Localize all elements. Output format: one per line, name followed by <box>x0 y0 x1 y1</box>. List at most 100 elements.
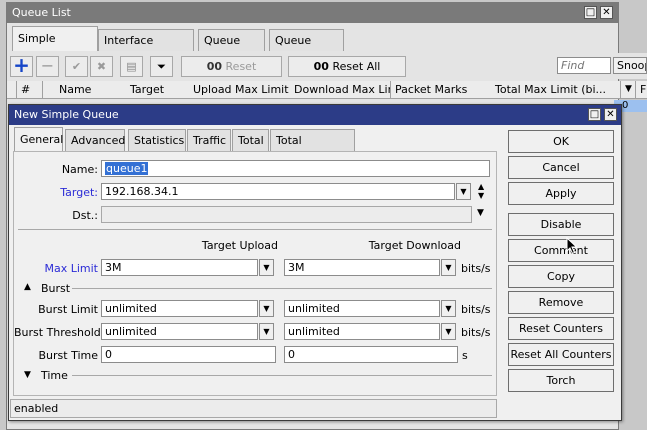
burst-threshold-download-field[interactable]: unlimited <box>284 323 440 340</box>
find-input[interactable] <box>557 57 611 74</box>
queue-list-title: Queue List <box>12 6 71 19</box>
column-checkbox[interactable] <box>7 81 17 98</box>
comment-button[interactable]: ▤ <box>120 56 143 77</box>
column-target[interactable]: Target <box>126 81 192 98</box>
check-icon: ✔ <box>71 60 82 73</box>
max-limit-label: Max Limit <box>44 262 98 275</box>
row-number: 0 <box>622 100 629 111</box>
column-fp[interactable]: FP <box>636 81 647 98</box>
torch-button[interactable]: Torch <box>508 369 614 392</box>
ok-button[interactable]: OK <box>508 130 614 153</box>
max-limit-download-field[interactable]: 3M <box>284 259 440 276</box>
dst-field[interactable] <box>101 206 472 223</box>
burst-threshold-upload-value: unlimited <box>105 325 157 338</box>
time-expand-icon[interactable]: ▼ <box>24 370 31 380</box>
tab-traffic[interactable]: Traffic <box>187 129 231 151</box>
burst-limit-upload-dropdown-icon[interactable]: ▼ <box>259 300 274 317</box>
max-limit-upload-field[interactable]: 3M <box>101 259 258 276</box>
tab-total-statistics[interactable]: Total Statistics <box>270 129 355 169</box>
cancel-button[interactable]: Cancel <box>508 156 614 179</box>
burst-time-upload-value: 0 <box>105 348 112 361</box>
burst-time-label: Burst Time <box>38 349 98 362</box>
reset-all-counters-button[interactable]: Reset All Counters <box>508 343 614 366</box>
maximize-icon[interactable]: □ <box>588 108 601 121</box>
filter-button[interactable]: ⏷ <box>150 56 173 77</box>
burst-threshold-download-value: unlimited <box>288 325 340 338</box>
reset-counters-button[interactable]: Reset Counters <box>508 317 614 340</box>
name-value: queue1 <box>105 162 149 175</box>
target-label: Target: <box>60 186 98 199</box>
max-limit-download-dropdown-icon[interactable]: ▼ <box>441 259 456 276</box>
column-total-max-limit[interactable]: Total Max Limit (bi... <box>491 81 621 98</box>
disable-button[interactable]: ✖ <box>90 56 113 77</box>
time-divider <box>72 375 492 376</box>
close-icon[interactable]: ✕ <box>604 108 617 121</box>
apply-button[interactable]: Apply <box>508 182 614 205</box>
tab-queue-tree[interactable]: Queue Tree <box>198 29 265 69</box>
max-limit-upload-dropdown-icon[interactable]: ▼ <box>259 259 274 276</box>
tab-advanced[interactable]: Advanced <box>65 129 125 151</box>
burst-time-unit: s <box>462 349 468 362</box>
burst-threshold-upload-field[interactable]: unlimited <box>101 323 258 340</box>
time-section-label: Time <box>41 369 68 382</box>
column-menu[interactable]: ▼ <box>621 81 636 98</box>
target-download-header: Target Download <box>368 239 461 252</box>
column-number[interactable]: # <box>17 81 43 98</box>
dialog-title: New Simple Queue <box>14 108 119 121</box>
add-button[interactable]: + <box>10 53 33 77</box>
column-packet-marks[interactable]: Packet Marks <box>391 81 493 98</box>
burst-threshold-unit: bits/s <box>461 326 491 339</box>
reset-all-counters-button[interactable]: 00 Reset All Counters <box>288 56 406 92</box>
burst-threshold-upload-dropdown-icon[interactable]: ▼ <box>259 323 274 340</box>
dialog-titlebar[interactable]: New Simple Queue <box>9 105 621 125</box>
column-upload-max-limit[interactable]: Upload Max Limit <box>189 81 292 98</box>
target-spin-down-icon[interactable]: ▼ <box>478 192 484 200</box>
burst-limit-label: Burst Limit <box>38 303 98 316</box>
burst-section-label: Burst <box>41 282 71 295</box>
max-limit-download-value: 3M <box>288 261 305 274</box>
burst-limit-upload-field[interactable]: unlimited <box>101 300 258 317</box>
mouse-cursor-icon <box>566 237 578 255</box>
close-icon[interactable]: ✕ <box>600 6 613 19</box>
copy-button[interactable]: Copy <box>508 265 614 288</box>
find-scope-select[interactable]: Snoop <box>613 57 647 74</box>
target-spin-up-icon[interactable]: ▲ <box>478 183 484 191</box>
x-icon: ✖ <box>96 60 107 73</box>
target-dropdown-icon[interactable]: ▼ <box>456 183 471 200</box>
counter-icon: 00 <box>206 60 223 73</box>
tab-statistics[interactable]: Statistics <box>128 129 186 151</box>
tab-simple-queues[interactable]: Simple Queues <box>12 26 98 69</box>
note-icon: ▤ <box>126 60 137 73</box>
dst-dropdown-icon[interactable]: ▼ <box>477 208 484 218</box>
burst-limit-unit: bits/s <box>461 303 491 316</box>
burst-divider <box>72 288 492 289</box>
name-field[interactable]: queue1 <box>101 160 490 177</box>
comment-button[interactable]: Comment <box>508 239 614 262</box>
disable-button[interactable]: Disable <box>508 213 614 236</box>
name-label: Name: <box>61 163 98 176</box>
enable-button[interactable]: ✔ <box>65 56 88 77</box>
burst-threshold-download-dropdown-icon[interactable]: ▼ <box>441 323 456 340</box>
remove-button[interactable]: Remove <box>508 291 614 314</box>
queue-list-titlebar[interactable]: Queue List <box>7 3 618 23</box>
reset-counters-button[interactable]: 00 Reset Counters <box>181 56 282 92</box>
column-name[interactable]: Name <box>55 81 130 98</box>
burst-time-download-value: 0 <box>288 348 295 361</box>
target-field[interactable]: 192.168.34.1 <box>101 183 455 200</box>
counter-icon: 00 <box>313 60 329 73</box>
column-download-max-limit[interactable]: Download Max Limit <box>290 81 391 98</box>
remove-button[interactable]: − <box>36 56 59 77</box>
target-upload-header: Target Upload <box>201 239 278 252</box>
tab-general[interactable]: General <box>14 127 63 152</box>
max-limit-unit: bits/s <box>461 262 491 275</box>
maximize-icon[interactable]: □ <box>584 6 597 19</box>
burst-collapse-icon[interactable]: ▲ <box>24 282 31 292</box>
burst-time-upload-field[interactable]: 0 <box>101 346 276 363</box>
burst-time-download-field[interactable]: 0 <box>284 346 458 363</box>
burst-limit-download-dropdown-icon[interactable]: ▼ <box>441 300 456 317</box>
tab-total[interactable]: Total <box>232 129 269 151</box>
burst-limit-download-field[interactable]: unlimited <box>284 300 440 317</box>
tab-queue-types[interactable]: Queue Types <box>269 29 344 69</box>
tab-interface-queues[interactable]: Interface Queues <box>98 29 194 69</box>
plus-icon: + <box>13 53 30 77</box>
